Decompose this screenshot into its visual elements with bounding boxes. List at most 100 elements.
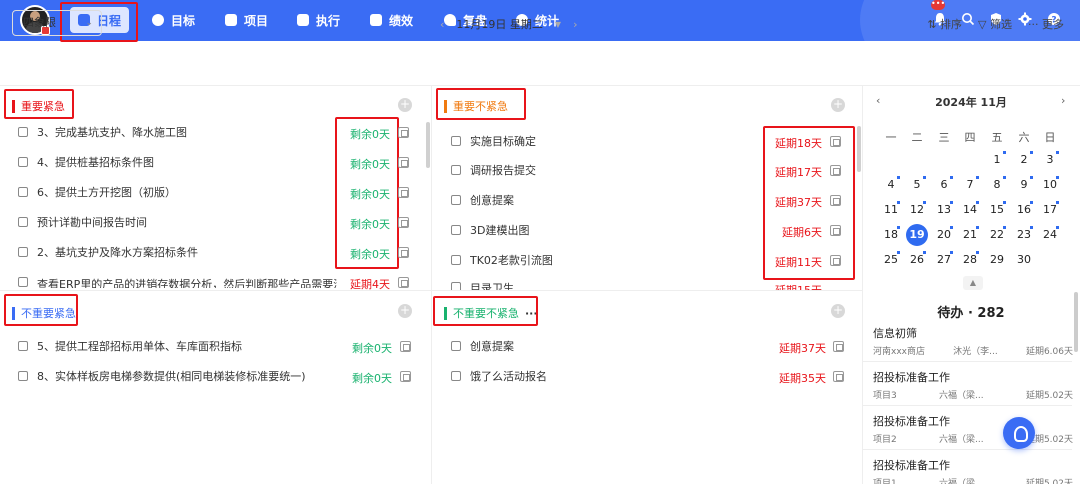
task-checkbox[interactable] (451, 225, 461, 235)
task-row[interactable]: 5、提供工程部招标用单体、车库面积指标 (18, 336, 242, 356)
sort-icon: ⇅ (927, 18, 937, 31)
task-detail-icon[interactable] (398, 217, 409, 228)
task-detail-icon[interactable] (400, 371, 411, 382)
task-detail-icon[interactable] (398, 247, 409, 258)
calendar-day[interactable]: 29 (986, 250, 1008, 270)
task-detail-icon[interactable] (833, 341, 844, 352)
todo-item[interactable]: 招投标准备工作 项目2 六福（梁... 延期5.02天 (873, 414, 1073, 445)
task-detail-icon[interactable] (398, 187, 409, 198)
add-task-icon[interactable]: + (398, 98, 412, 112)
current-date[interactable]: 11月19日 星期二 (456, 16, 543, 32)
add-task-icon[interactable]: + (831, 304, 845, 318)
todo-item[interactable]: 招投标准备工作 项目3 六福（梁... 延期5.02天 (873, 370, 1073, 401)
task-row[interactable]: 调研报告提交 (451, 160, 536, 180)
task-checkbox[interactable] (18, 187, 28, 197)
task-row[interactable]: 查看ERP里的产品的进销存数据分析，然后判断那些产品需要清... (18, 272, 340, 292)
add-task-icon[interactable]: + (831, 98, 845, 112)
task-detail-icon[interactable] (400, 341, 411, 352)
divider (431, 85, 432, 484)
date-navigator: ‹ 11月19日 星期二 ▼ › (440, 16, 577, 32)
weekday-label: 日 (1044, 131, 1056, 144)
task-checkbox[interactable] (451, 282, 461, 290)
task-row[interactable]: 创意提案 (451, 190, 514, 210)
calendar-day[interactable]: 30 (1013, 250, 1035, 270)
task-checkbox[interactable] (18, 371, 28, 381)
date-dropdown-icon[interactable]: ▼ (555, 20, 561, 29)
task-status: 延期6天 (782, 226, 822, 239)
task-checkbox[interactable] (18, 277, 28, 287)
view-mode-select[interactable]: 四象限 ⌄ (12, 10, 102, 36)
toolbar-actions: ⇅ 排序 ▽ 筛选 ··· 更多 (927, 16, 1064, 32)
task-detail-icon[interactable] (833, 371, 844, 382)
chevron-up-icon[interactable]: ▲ (963, 276, 983, 290)
weekday-label: 六 (1018, 131, 1030, 144)
assistant-bulb-button[interactable] (1003, 417, 1035, 449)
task-row[interactable]: 3、完成基坑支护、降水施工图 (18, 122, 187, 142)
task-row[interactable]: 创意提案 (451, 336, 514, 356)
next-month-icon[interactable]: › (1061, 94, 1065, 107)
scrollbar[interactable] (426, 122, 430, 168)
task-status: 延期35天 (779, 372, 826, 385)
nav-tab-goals[interactable]: 目标 (152, 7, 195, 33)
scrollbar[interactable] (1074, 292, 1078, 352)
event-dot (1056, 176, 1059, 179)
task-checkbox[interactable] (451, 255, 461, 265)
event-dot (1003, 151, 1006, 154)
prev-day-icon[interactable]: ‹ (440, 18, 444, 31)
task-row[interactable]: 饿了么活动报名 (451, 366, 547, 386)
task-row[interactable]: 实施目标确定 (451, 131, 536, 151)
nav-tab-projects[interactable]: 项目 (225, 7, 268, 33)
task-status: 延期11天 (775, 256, 822, 269)
event-dot (1003, 201, 1006, 204)
task-row[interactable]: 6、提供土方开挖图（初版） (18, 182, 176, 202)
next-day-icon[interactable]: › (573, 18, 577, 31)
scrollbar[interactable] (857, 126, 861, 172)
task-row[interactable]: 4、提供桩基招标条件图 (18, 152, 154, 172)
task-detail-icon[interactable] (398, 157, 409, 168)
event-dot (950, 201, 953, 204)
task-detail-icon[interactable] (398, 277, 409, 288)
event-dot (1030, 226, 1033, 229)
task-status: 剩余0天 (350, 158, 390, 171)
filter-icon: ▽ (978, 18, 987, 31)
task-detail-icon[interactable] (830, 255, 841, 266)
task-checkbox[interactable] (18, 217, 28, 227)
more-button[interactable]: ··· 更多 (1028, 16, 1064, 32)
nav-tab-execution[interactable]: 执行 (297, 7, 340, 33)
more-icon[interactable]: ··· (525, 307, 538, 320)
task-detail-icon[interactable] (830, 165, 841, 176)
task-checkbox[interactable] (451, 341, 461, 351)
add-task-icon[interactable]: + (398, 304, 412, 318)
task-row[interactable]: 3D建模出图 (451, 220, 529, 240)
task-detail-icon[interactable] (398, 127, 409, 138)
task-status: 剩余0天 (352, 372, 392, 385)
task-checkbox[interactable] (451, 371, 461, 381)
task-checkbox[interactable] (18, 157, 28, 167)
task-checkbox[interactable] (18, 127, 28, 137)
task-detail-icon[interactable] (830, 195, 841, 206)
todo-item[interactable]: 招投标准备工作 项目1 六福（梁... 延期5.02天 (873, 458, 1073, 484)
event-dot (897, 226, 900, 229)
event-dot (976, 176, 979, 179)
checklist-icon (297, 14, 309, 26)
task-checkbox[interactable] (18, 341, 28, 351)
event-dot (923, 251, 926, 254)
task-row[interactable]: 预计详勘中间报告时间 (18, 212, 147, 232)
task-row[interactable]: 8、实体样板房电梯参数提供(相同电梯装修标准要统一) (18, 366, 306, 386)
filter-button[interactable]: ▽ 筛选 (978, 16, 1012, 32)
task-checkbox[interactable] (18, 247, 28, 257)
task-row[interactable]: TK02老款引流图 (451, 250, 553, 270)
calendar-day-selected[interactable]: 19 (906, 224, 928, 246)
task-detail-icon[interactable] (830, 136, 841, 147)
task-checkbox[interactable] (451, 165, 461, 175)
task-row[interactable]: 目录卫生 (451, 278, 514, 290)
task-checkbox[interactable] (451, 136, 461, 146)
sort-button[interactable]: ⇅ 排序 (927, 16, 962, 32)
task-checkbox[interactable] (451, 195, 461, 205)
task-detail-icon[interactable] (830, 225, 841, 236)
nav-tab-performance[interactable]: 绩效 (370, 7, 413, 33)
event-dot (950, 251, 953, 254)
task-row[interactable]: 2、基坑支护及降水方案招标条件 (18, 242, 198, 262)
todo-item[interactable]: 信息初筛 河南xxx商店 沐光（李... 延期6.06天 (873, 326, 1073, 357)
event-dot (1030, 151, 1033, 154)
